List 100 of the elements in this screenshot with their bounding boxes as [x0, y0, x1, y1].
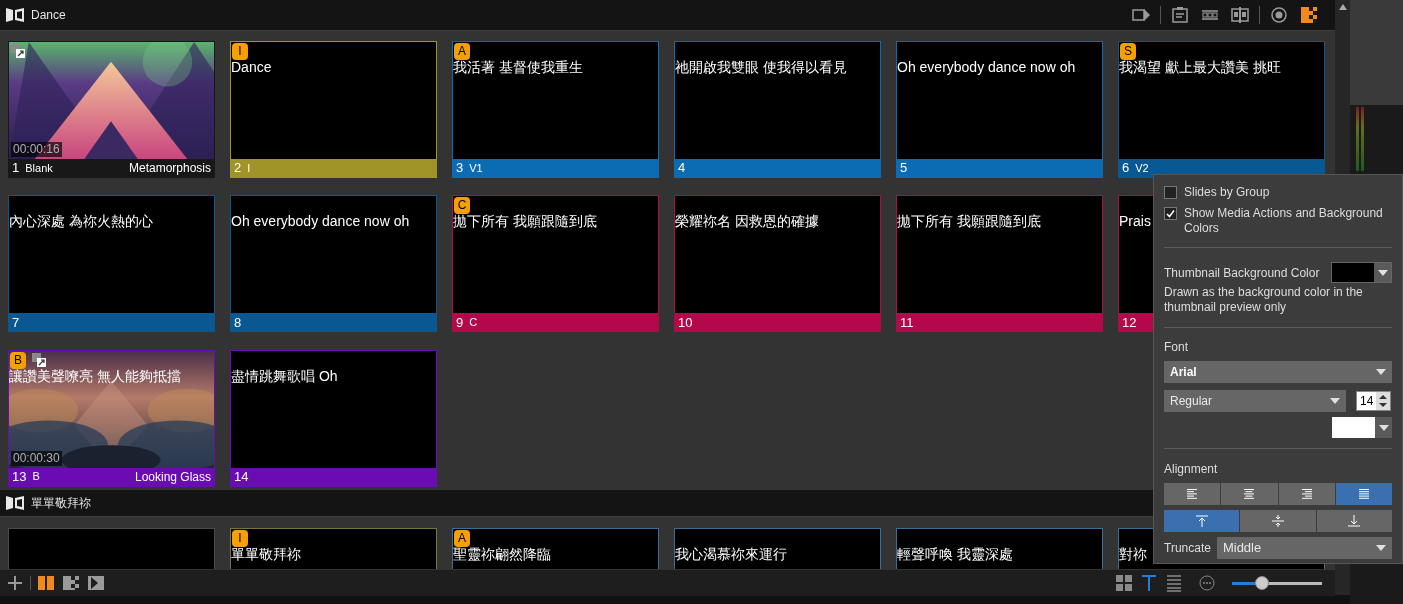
play-icon[interactable] — [86, 573, 106, 593]
add-icon[interactable] — [5, 573, 25, 593]
slide-number: 14 — [234, 467, 249, 486]
more-icon[interactable] — [1199, 575, 1215, 591]
slide-text: 內心深處 為祢火熱的心 — [9, 214, 153, 230]
align-button[interactable] — [1164, 483, 1221, 505]
slide-label: I — [247, 160, 251, 176]
slider-thumb[interactable] — [1254, 576, 1269, 590]
zoom-slider[interactable] — [1232, 576, 1322, 590]
slide-text: 對祢 — [1119, 547, 1147, 562]
slides-icon — [5, 7, 25, 23]
checkbox-label: Show Media Actions and Background Colors — [1184, 206, 1384, 236]
group-title: 單單敬拜祢 — [31, 495, 91, 512]
group-header[interactable]: Dance — [0, 0, 1335, 31]
font-size-spinner[interactable]: 14 — [1356, 391, 1392, 411]
align-button[interactable] — [1278, 483, 1335, 505]
align-justify-icon — [1356, 488, 1371, 500]
slide-card[interactable]: 輕聲呼喚 我靈深處 — [896, 528, 1103, 569]
align-button[interactable] — [1240, 510, 1316, 532]
target-icon[interactable] — [1268, 5, 1290, 25]
slide-label: C — [469, 315, 478, 331]
slide-text: 拋下所有 我願跟隨到底 — [897, 214, 1041, 230]
font-style-dropdown[interactable]: Regular — [1164, 390, 1346, 412]
audio-meter-drawing — [1356, 107, 1364, 171]
caret-icon — [1376, 369, 1386, 375]
align-left-icon — [1185, 488, 1200, 500]
align-right-icon — [1299, 488, 1314, 500]
slide-card[interactable]: 我心渴慕祢來運行 — [674, 528, 881, 569]
checkbox[interactable] — [1164, 207, 1177, 220]
slide-card[interactable]: A 我活著 基督使我重生 3 V1 — [452, 41, 659, 178]
slide-text: 盡情跳舞歌唱 Oh — [231, 368, 338, 384]
checker-icon[interactable] — [1298, 5, 1320, 25]
slide-card[interactable]: 榮耀祢名 因救恩的確據 10 — [674, 195, 881, 333]
slide-text: Dance — [231, 60, 272, 75]
slide-text: 我渴望 獻上最大讚美 挑旺 — [1119, 60, 1281, 75]
align-center-icon — [1242, 488, 1257, 500]
slide-card[interactable]: C 拋下所有 我願跟隨到底 9 C — [452, 195, 659, 333]
media-action-icon[interactable] — [32, 352, 46, 367]
slide-number: 4 — [678, 159, 686, 177]
slide-card[interactable]: Oh everybody dance now oh 8 — [230, 195, 437, 333]
slide-number: 6 — [1122, 159, 1130, 177]
font-family-dropdown[interactable]: Arial — [1164, 361, 1392, 383]
slide-card[interactable]: I 單單敬拜祢 — [230, 528, 437, 569]
slide-number: 7 — [12, 313, 20, 332]
slide-label: Blank — [25, 160, 53, 176]
slide-card[interactable]: 內心深處 為祢火熱的心 7 — [8, 195, 215, 333]
slide-number: 11 — [900, 313, 914, 332]
truncate-dropdown[interactable]: Middle — [1216, 537, 1392, 559]
align-button[interactable] — [1164, 510, 1240, 532]
slide-text: 輕聲呼喚 我靈深處 — [897, 547, 1013, 562]
slide-card[interactable]: 00:00:16 1 Blank Metamorphosis — [8, 41, 215, 178]
scroll-up-icon[interactable] — [1338, 4, 1347, 10]
align-button[interactable] — [1221, 483, 1278, 505]
slide-label: V1 — [469, 160, 483, 176]
help-text: Drawn as the background color in the thumbnail preview only — [1164, 285, 1364, 315]
media-name: Looking Glass — [134, 468, 211, 486]
checkbox[interactable] — [1164, 186, 1177, 199]
slide-text: 我活著 基督使我重生 — [453, 60, 583, 75]
slide-card[interactable]: 盡情跳舞歌唱 Oh 14 — [230, 349, 437, 487]
group-badge: A — [454, 530, 470, 547]
grid-view-icon[interactable] — [1114, 573, 1134, 593]
slide-card[interactable]: 拋下所有 我願跟隨到底 11 — [896, 195, 1103, 333]
slide-text: Oh everybody dance now oh — [897, 60, 1076, 75]
align-button[interactable] — [1335, 483, 1392, 505]
slide-card[interactable]: I Dance 2 I — [230, 41, 437, 178]
split-icon[interactable] — [1229, 5, 1251, 25]
clipboard-icon[interactable] — [1169, 5, 1191, 25]
section-label: Font — [1164, 339, 1189, 356]
group-badge: A — [454, 43, 470, 60]
group-badge: I — [232, 530, 248, 547]
list-view-icon[interactable] — [1164, 573, 1184, 593]
align-middle-icon — [1271, 515, 1285, 527]
checkbox-label: Slides by Group — [1184, 185, 1270, 200]
align-button[interactable] — [1316, 510, 1392, 532]
caret-icon — [1378, 424, 1389, 431]
field-label: Thumbnail Background Color — [1164, 264, 1320, 282]
timecode: 00:00:16 — [11, 142, 62, 157]
slide-card[interactable]: 祂開啟我雙眼 使我得以看見 4 — [674, 41, 881, 178]
checker-icon[interactable] — [61, 573, 81, 593]
caret-icon — [1330, 398, 1340, 404]
media-action-icon[interactable] — [11, 44, 25, 58]
text-view-icon[interactable] — [1139, 573, 1159, 593]
slide-text: 祂開啟我雙眼 使我得以看見 — [675, 60, 847, 75]
slide-label: B — [32, 469, 40, 485]
slide-text: 拋下所有 我願跟隨到底 — [453, 214, 597, 230]
slide-card[interactable]: B 讓讚美聲嘹亮 無人能夠抵擋 00:00:30 13 B Looking Glass — [8, 349, 215, 487]
slide-text: 聖靈祢翩然降臨 — [453, 547, 551, 562]
columns-icon[interactable] — [36, 573, 56, 593]
color-picker[interactable] — [1331, 262, 1392, 283]
group-badge: C — [454, 197, 470, 215]
slide-number: 9 — [456, 313, 464, 332]
slide-text: 讓讚美聲嘹亮 無人能夠抵擋 — [9, 368, 181, 384]
slide-card[interactable]: S 我渴望 獻上最大讚美 挑旺 6 V2 — [1118, 41, 1325, 178]
slides-icon — [5, 495, 25, 511]
slide-text: Prais — [1119, 214, 1151, 230]
slide-card[interactable]: A 聖靈祢翩然降臨 — [452, 528, 659, 569]
slide-card[interactable]: Oh everybody dance now oh 5 — [896, 41, 1103, 178]
slide-number: 8 — [234, 313, 242, 332]
font-color-picker[interactable] — [1332, 417, 1392, 438]
slide-label: V2 — [1135, 160, 1149, 176]
